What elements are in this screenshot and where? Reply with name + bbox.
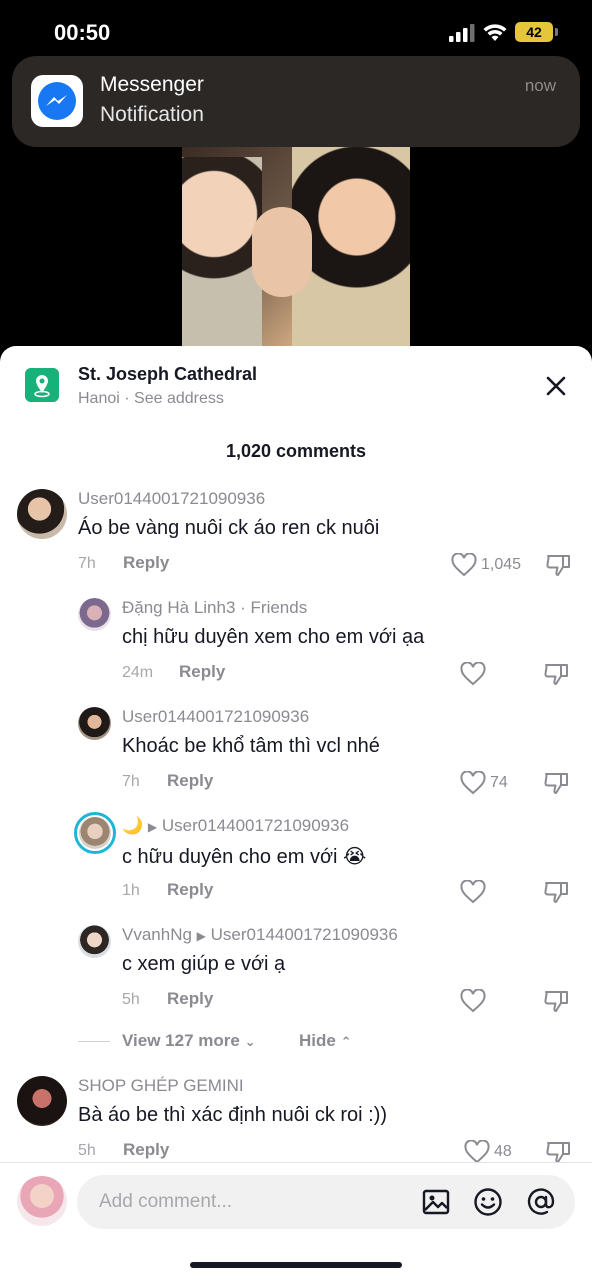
avatar[interactable] xyxy=(17,489,67,539)
dislike-icon[interactable] xyxy=(543,770,569,796)
reply-to-username[interactable]: User0144001721090936 xyxy=(211,925,398,944)
reply-item: VvanhNg ▶ User0144001721090936 c xem giú… xyxy=(0,925,592,1025)
heart-icon[interactable] xyxy=(460,662,486,686)
avatar[interactable] xyxy=(78,598,111,631)
messenger-notification[interactable]: Messenger Notification now xyxy=(12,56,580,147)
comment-username[interactable]: VvanhNg ▶ User0144001721090936 xyxy=(122,925,398,945)
location-pin-icon xyxy=(25,368,59,402)
reply-item: 🌙 ▶ User0144001721090936 c hữu duyên cho… xyxy=(0,812,592,916)
heart-icon[interactable] xyxy=(460,989,486,1013)
heart-icon[interactable] xyxy=(460,771,486,795)
heart-icon[interactable] xyxy=(460,880,486,904)
reply-to-username[interactable]: User0144001721090936 xyxy=(162,816,349,835)
reply-button[interactable]: Reply xyxy=(167,989,213,1009)
comment-username[interactable]: User0144001721090936 xyxy=(122,707,309,727)
chevron-down-icon: ⌄ xyxy=(244,1034,256,1049)
comment-input-placeholder[interactable]: Add comment... xyxy=(99,1191,232,1213)
hand xyxy=(252,207,312,297)
like-count: 74 xyxy=(490,774,508,791)
comment-text: Khoác be khổ tâm thì vcl nhé xyxy=(122,735,380,757)
reply-item: User0144001721090936 Khoác be khổ tâm th… xyxy=(0,707,592,807)
cellular-signal-icon xyxy=(449,24,475,42)
like-count: 48 xyxy=(494,1143,512,1160)
messenger-bolt-icon xyxy=(46,95,67,106)
dislike-icon[interactable] xyxy=(543,661,569,687)
heart-icon[interactable] xyxy=(464,1140,490,1164)
chevron-up-icon: ⌃ xyxy=(340,1034,352,1049)
view-more-divider xyxy=(78,1041,110,1042)
comment-item: User0144001721090936 Áo be vàng nuôi ck … xyxy=(0,489,592,589)
comment-text: Áo be vàng nuôi ck áo ren ck nuôi xyxy=(78,517,380,539)
comment-time: 24m xyxy=(122,664,154,681)
reply-button[interactable]: Reply xyxy=(179,662,225,682)
location-title[interactable]: St. Joseph Cathedral xyxy=(78,364,257,385)
comment-time: 7h xyxy=(122,773,140,790)
comment-text: c xem giúp e với ạ xyxy=(122,953,286,975)
image-icon[interactable] xyxy=(421,1187,451,1217)
comment-username[interactable]: Đặng Hà Linh3 · Friends xyxy=(122,598,307,618)
dislike-icon[interactable] xyxy=(545,552,571,578)
heart-icon[interactable] xyxy=(451,553,477,577)
input-divider xyxy=(0,1162,592,1163)
reply-button[interactable]: Reply xyxy=(123,1140,169,1160)
reply-item: Đặng Hà Linh3 · Friends chị hữu duyên xe… xyxy=(0,598,592,698)
comment-text: Bà áo be thì xác định nuôi ck roi :)) xyxy=(78,1104,388,1126)
messenger-app-icon xyxy=(31,75,83,127)
wifi-icon xyxy=(483,24,507,41)
reply-arrow-icon: ▶ xyxy=(147,820,158,834)
reply-button[interactable]: Reply xyxy=(167,771,213,791)
hide-label: Hide xyxy=(299,1031,336,1050)
comment-input[interactable]: Add comment... xyxy=(77,1175,575,1229)
emoji-icon[interactable] xyxy=(473,1187,503,1217)
reply-button[interactable]: Reply xyxy=(123,553,169,573)
comments-sheet: St. Joseph Cathedral Hanoi · See address… xyxy=(0,346,592,1280)
comment-text: chị hữu duyên xem cho em với ạa xyxy=(122,626,425,648)
reply-arrow-icon: ▶ xyxy=(196,929,206,943)
notification-title: Messenger xyxy=(100,73,204,96)
status-bar: 00:50 42 xyxy=(0,0,592,60)
comment-time: 1h xyxy=(122,882,140,899)
location-subtitle[interactable]: Hanoi · See address xyxy=(78,390,224,408)
battery-tip xyxy=(555,28,558,36)
comment-text: c hữu duyên cho em với 😭 xyxy=(122,846,367,868)
dislike-icon[interactable] xyxy=(543,879,569,905)
battery-indicator: 42 xyxy=(515,22,553,42)
notification-time: now xyxy=(524,76,556,95)
comment-time: 5h xyxy=(122,991,140,1008)
notification-body: Notification xyxy=(100,103,204,126)
comment-username[interactable]: SHOP GHÉP GEMINI xyxy=(78,1076,244,1096)
home-indicator[interactable] xyxy=(190,1262,402,1268)
video-preview[interactable] xyxy=(182,147,410,347)
person-left xyxy=(182,157,262,347)
reply-button[interactable]: Reply xyxy=(167,880,213,900)
close-icon[interactable] xyxy=(538,368,574,404)
view-more-label: View 127 more xyxy=(122,1031,240,1050)
username-vvanhng: VvanhNg xyxy=(122,925,192,944)
avatar[interactable] xyxy=(17,1076,67,1126)
avatar[interactable] xyxy=(78,707,111,740)
comment-time: 5h xyxy=(78,1142,96,1159)
status-time: 00:50 xyxy=(54,20,111,45)
comment-username[interactable]: 🌙 ▶ User0144001721090936 xyxy=(122,816,349,836)
comment-time: 7h xyxy=(78,555,96,572)
avatar[interactable] xyxy=(74,812,116,854)
my-avatar xyxy=(17,1176,67,1226)
view-more-replies-button[interactable]: View 127 more ⌄ xyxy=(122,1031,255,1051)
avatar[interactable] xyxy=(78,925,111,958)
comment-username[interactable]: User0144001721090936 xyxy=(78,489,265,509)
hide-replies-button[interactable]: Hide ⌃ xyxy=(299,1031,351,1051)
comment-item: SHOP GHÉP GEMINI Bà áo be thì xác định n… xyxy=(0,1076,592,1176)
mention-icon[interactable] xyxy=(526,1187,556,1217)
dislike-icon[interactable] xyxy=(543,988,569,1014)
comments-count: 1,020 comments xyxy=(225,441,367,461)
username-moon: 🌙 xyxy=(122,816,144,835)
like-count: 1,045 xyxy=(481,556,522,573)
